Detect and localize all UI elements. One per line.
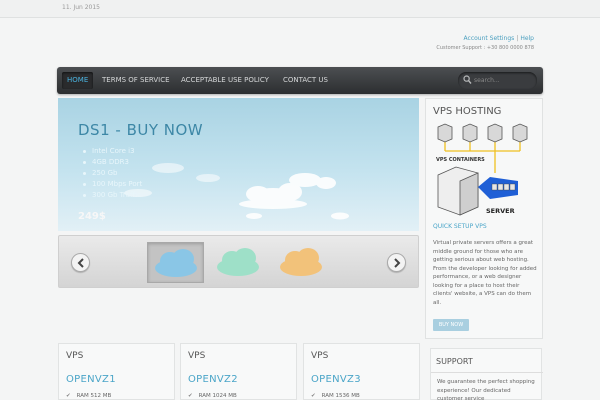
plan-type: VPS [311, 351, 329, 361]
slide-feature-item: 300 Gb Traffic [83, 190, 142, 201]
date-text: 11. Jun 2015 [62, 4, 101, 11]
blue-cloud-icon [155, 249, 197, 277]
vps-hosting-title: VPS HOSTING [433, 106, 502, 117]
customer-support-text: Customer Support : +30 800 0000 878 [436, 45, 534, 51]
check-icon: ✔ [311, 393, 316, 399]
nav-item-contact-us[interactable]: CONTACT US [278, 72, 333, 89]
check-icon: ✔ [188, 393, 193, 399]
next-slide-button[interactable] [387, 253, 406, 272]
vps-diagram-icon: VPS CONTAINERS SERVER [436, 123, 528, 216]
plan-feature: RAM 1024 MB [198, 393, 237, 399]
buy-now-button[interactable]: BUY NOW [433, 319, 469, 331]
search-icon[interactable] [463, 75, 472, 85]
slide-price: 249$ [78, 211, 106, 222]
plan-feature: RAM 1536 MB [321, 393, 360, 399]
nav-item-terms-of-service[interactable]: TERMS OF SERVICE [97, 72, 175, 89]
vps-plan-card: VPS OPENVZ1 ✔ RAM 512 MB [58, 343, 175, 400]
slide-feature-item: 4GB DDR3 [83, 157, 142, 168]
quick-setup-vps-link[interactable]: QUICK SETUP VPS [433, 223, 487, 230]
featured-slide[interactable]: DS1 - BUY NOW Intel Core i3 4GB DDR3 250… [58, 98, 419, 231]
vps-plan-card: VPS OPENVZ2 ✔ RAM 1024 MB [180, 343, 297, 400]
search-input[interactable] [474, 74, 532, 87]
slide-feature-list: Intel Core i3 4GB DDR3 250 Gb 100 Mbps P… [83, 146, 142, 201]
account-links: Account Settings | Help Customer Support :… [436, 35, 534, 51]
plan-name[interactable]: OPENVZ1 [66, 374, 116, 385]
plan-name[interactable]: OPENVZ3 [311, 374, 361, 385]
slide-feature-item: 250 Gb [83, 168, 142, 179]
vps-hosting-description: Virtual private servers offers a great m… [433, 240, 537, 306]
link-separator: | [516, 35, 519, 42]
thumbnail-green-cloud[interactable] [210, 242, 267, 283]
previous-slide-button[interactable] [71, 253, 90, 272]
nav-item-acceptable-use-policy[interactable]: ACCEPTABLE USE POLICY [176, 72, 274, 89]
slide-headline: DS1 - BUY NOW [78, 121, 204, 139]
support-description: We guarantee the perfect shopping experi… [437, 379, 535, 400]
plan-type: VPS [66, 351, 84, 361]
nav-item-home[interactable]: HOME [62, 72, 94, 89]
plan-name[interactable]: OPENVZ2 [188, 374, 238, 385]
vps-plan-card: VPS OPENVZ3 ✔ RAM 1536 MB [303, 343, 420, 400]
chevron-left-icon [77, 258, 84, 268]
slide-feature-item: Intel Core i3 [83, 146, 142, 157]
thumbnail-orange-cloud[interactable] [273, 242, 330, 283]
support-panel: SUPPORT We guarantee the perfect shoppin… [430, 348, 543, 400]
vps-hosting-panel: VPS HOSTING VPS CONTAINERS SERVER QUICK … [425, 98, 543, 339]
support-title: SUPPORT [436, 357, 473, 366]
plan-feature: RAM 512 MB [76, 393, 112, 399]
vps-containers-label: VPS CONTAINERS [436, 157, 485, 163]
slider-thumbnails [58, 235, 419, 288]
main-navigation: HOME TERMS OF SERVICE ACCEPTABLE USE POL… [57, 67, 543, 94]
green-cloud-icon [217, 248, 259, 276]
divider [431, 372, 543, 373]
check-icon: ✔ [66, 393, 71, 399]
server-label: SERVER [486, 207, 515, 215]
orange-cloud-icon [280, 248, 322, 276]
account-settings-link[interactable]: Account Settings [464, 35, 515, 42]
plan-type: VPS [188, 351, 206, 361]
top-bar: 11. Jun 2015 [0, 0, 600, 18]
help-link[interactable]: Help [520, 35, 534, 42]
chevron-right-icon [394, 258, 401, 268]
slide-feature-item: 100 Mbps Port [83, 179, 142, 190]
search-box [458, 72, 537, 89]
thumbnail-blue-cloud[interactable] [147, 242, 204, 283]
